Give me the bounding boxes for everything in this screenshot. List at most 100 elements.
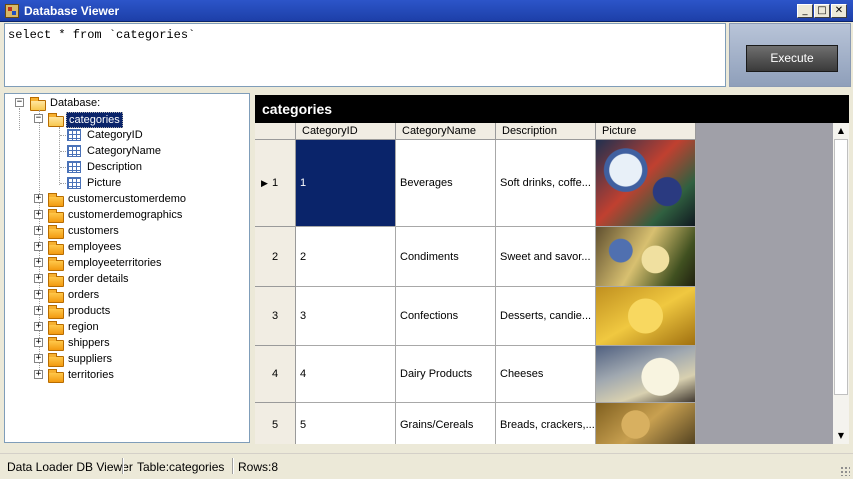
folder-icon bbox=[48, 353, 64, 367]
table-cell[interactable]: Soft drinks, coffe... bbox=[496, 140, 596, 227]
expand-icon[interactable]: + bbox=[34, 370, 43, 379]
folder-icon bbox=[48, 241, 64, 255]
column-header[interactable]: CategoryID bbox=[296, 123, 396, 140]
tree-item-table[interactable]: products bbox=[68, 304, 110, 318]
tree-item-label: categories bbox=[66, 112, 123, 128]
row-header[interactable]: ▶ 1 bbox=[255, 140, 296, 227]
grid-scrollbar[interactable]: ▲ ▼ bbox=[833, 123, 849, 444]
status-separator bbox=[232, 458, 234, 474]
expand-icon[interactable]: + bbox=[34, 354, 43, 363]
table-cell[interactable]: Beverages bbox=[396, 140, 496, 227]
database-tree[interactable]: − Database: − categories CategoryID Cate… bbox=[4, 93, 250, 443]
expand-icon[interactable]: + bbox=[34, 338, 43, 347]
dairy-image[interactable] bbox=[596, 346, 696, 403]
folder-icon bbox=[48, 321, 64, 335]
folder-icon bbox=[48, 305, 64, 319]
tree-item-table[interactable]: suppliers bbox=[68, 352, 112, 366]
table-cell[interactable]: 2 bbox=[296, 227, 396, 287]
column-icon bbox=[67, 161, 81, 173]
expand-icon[interactable]: + bbox=[34, 210, 43, 219]
table-cell[interactable]: Desserts, candie... bbox=[496, 287, 596, 346]
tree-item-table[interactable]: territories bbox=[68, 368, 114, 382]
table-cell[interactable]: 4 bbox=[296, 346, 396, 403]
row-header[interactable]: 2 bbox=[255, 227, 296, 287]
expand-icon[interactable]: + bbox=[34, 290, 43, 299]
folder-icon bbox=[48, 257, 64, 271]
tree-item-table[interactable]: customercustomerdemo bbox=[68, 192, 186, 206]
folder-open-icon bbox=[48, 113, 64, 127]
scroll-up-icon[interactable]: ▲ bbox=[833, 123, 849, 139]
scroll-down-icon[interactable]: ▼ bbox=[833, 428, 849, 444]
column-icon bbox=[67, 145, 81, 157]
title-bar: Database Viewer _ □ ✕ bbox=[0, 0, 853, 22]
status-separator bbox=[122, 458, 124, 474]
status-bar: Data Loader DB Viewer Table:categories R… bbox=[0, 453, 853, 479]
execute-panel: Execute bbox=[729, 23, 851, 87]
status-table: Table:categories bbox=[137, 460, 225, 474]
table-cell[interactable]: Sweet and savor... bbox=[496, 227, 596, 287]
folder-icon bbox=[48, 273, 64, 287]
table-cell[interactable]: Grains/Cereals bbox=[396, 403, 496, 444]
tree-item-table[interactable]: employeeterritories bbox=[68, 256, 162, 270]
query-input[interactable]: select * from `categories` bbox=[4, 23, 726, 87]
row-header[interactable]: 3 bbox=[255, 287, 296, 346]
app-icon bbox=[5, 4, 19, 18]
execute-button[interactable]: Execute bbox=[746, 45, 838, 72]
folder-open-icon bbox=[30, 97, 46, 111]
close-button[interactable]: ✕ bbox=[831, 4, 847, 18]
expand-icon[interactable]: + bbox=[34, 226, 43, 235]
tree-column-description[interactable]: Description bbox=[87, 160, 142, 174]
status-app: Data Loader DB Viewer bbox=[7, 460, 133, 474]
tree-item-table[interactable]: customerdemographics bbox=[68, 208, 182, 222]
expand-icon[interactable]: + bbox=[34, 194, 43, 203]
condiments-image[interactable] bbox=[596, 227, 696, 287]
column-header[interactable]: Description bbox=[496, 123, 596, 140]
status-rows: Rows:8 bbox=[238, 460, 279, 474]
grid-title: categories bbox=[255, 95, 849, 123]
expand-icon[interactable]: + bbox=[34, 274, 43, 283]
table-cell[interactable]: Cheeses bbox=[496, 346, 596, 403]
tree-item-table[interactable]: customers bbox=[68, 224, 119, 238]
confections-image[interactable] bbox=[596, 287, 696, 346]
collapse-icon[interactable]: − bbox=[15, 98, 24, 107]
corner-header[interactable] bbox=[255, 123, 296, 140]
folder-icon bbox=[48, 209, 64, 223]
row-header[interactable]: 4 bbox=[255, 346, 296, 403]
table-cell[interactable]: Confections bbox=[396, 287, 496, 346]
expand-icon[interactable]: + bbox=[34, 322, 43, 331]
table-cell[interactable]: Breads, crackers,... bbox=[496, 403, 596, 444]
row-header[interactable]: 5 bbox=[255, 403, 296, 444]
table-cell[interactable]: 3 bbox=[296, 287, 396, 346]
column-header[interactable]: CategoryName bbox=[396, 123, 496, 140]
expand-icon[interactable]: + bbox=[34, 242, 43, 251]
beverages-image[interactable] bbox=[596, 140, 696, 227]
collapse-icon[interactable]: − bbox=[34, 114, 43, 123]
scroll-thumb[interactable] bbox=[834, 139, 848, 395]
tree-column-categoryname[interactable]: CategoryName bbox=[87, 144, 161, 158]
tree-item-table[interactable]: shippers bbox=[68, 336, 110, 350]
window-title: Database Viewer bbox=[24, 4, 120, 18]
folder-icon bbox=[48, 289, 64, 303]
column-header[interactable]: Picture bbox=[596, 123, 696, 140]
tree-item-table[interactable]: employees bbox=[68, 240, 121, 254]
table-cell[interactable]: Condiments bbox=[396, 227, 496, 287]
folder-icon bbox=[48, 369, 64, 383]
table-cell[interactable]: Dairy Products bbox=[396, 346, 496, 403]
tree-column-categoryid[interactable]: CategoryID bbox=[87, 128, 143, 142]
expand-icon[interactable]: + bbox=[34, 258, 43, 267]
maximize-button[interactable]: □ bbox=[814, 4, 830, 18]
minimize-button[interactable]: _ bbox=[797, 4, 813, 18]
column-icon bbox=[67, 177, 81, 189]
grains-image[interactable] bbox=[596, 403, 696, 444]
resize-grip-icon[interactable] bbox=[840, 466, 850, 476]
tree-item-table[interactable]: orders bbox=[68, 288, 99, 302]
tree-item-table[interactable]: order details bbox=[68, 272, 129, 286]
tree-line bbox=[19, 108, 20, 130]
expand-icon[interactable]: + bbox=[34, 306, 43, 315]
tree-column-picture[interactable]: Picture bbox=[87, 176, 121, 190]
table-cell[interactable]: 5 bbox=[296, 403, 396, 444]
tree-item-table[interactable]: region bbox=[68, 320, 99, 334]
table-cell[interactable]: 1 bbox=[296, 140, 396, 227]
data-grid[interactable]: CategoryID CategoryName Description Pict… bbox=[255, 123, 833, 444]
tree-root[interactable]: Database: bbox=[50, 96, 100, 110]
